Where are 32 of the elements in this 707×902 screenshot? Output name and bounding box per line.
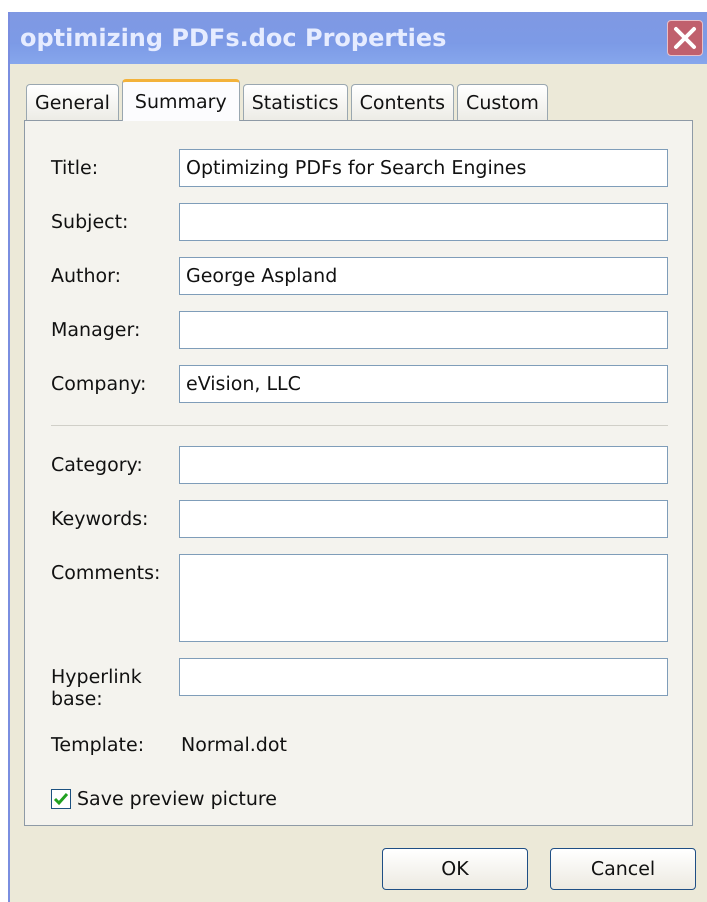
text-field[interactable]: [179, 446, 668, 484]
checkbox-label: Save preview picture: [77, 788, 277, 810]
field-label: Category:: [51, 453, 144, 476]
text-field[interactable]: [179, 311, 668, 349]
field-label: Comments:: [51, 561, 162, 584]
text-field[interactable]: [179, 658, 668, 696]
text-field[interactable]: [179, 500, 668, 538]
field-label: Company:: [51, 372, 148, 395]
field-label: Hyperlink base:: [51, 665, 143, 710]
dialog-button[interactable]: Cancel: [550, 848, 696, 890]
text-field[interactable]: [179, 203, 668, 241]
field-value: Normal.dot: [180, 733, 287, 756]
text-field[interactable]: eVision, LLC: [179, 365, 668, 403]
text-field[interactable]: George Aspland: [179, 257, 668, 295]
field-label: Keywords:: [51, 507, 150, 530]
field-label: Manager:: [51, 318, 142, 341]
field-label: Subject:: [51, 210, 130, 233]
field-label: Title:: [51, 156, 100, 179]
dialog-button[interactable]: OK: [382, 848, 528, 890]
tab[interactable]: Summary: [122, 79, 240, 121]
close-button[interactable]: [667, 20, 703, 56]
field-label: Template:: [51, 733, 146, 756]
text-field[interactable]: Optimizing PDFs for Search Engines: [179, 149, 668, 187]
checkbox[interactable]: [51, 789, 71, 809]
comments-field[interactable]: [179, 554, 668, 642]
window-title: optimizing PDFs.doc Properties: [20, 24, 446, 52]
close-icon: [672, 25, 698, 51]
tab[interactable]: Statistics: [242, 84, 348, 120]
field-label: Author:: [51, 264, 122, 287]
tab[interactable]: Custom: [457, 84, 548, 120]
tab[interactable]: Contents: [350, 84, 454, 120]
tab[interactable]: General: [26, 84, 119, 120]
